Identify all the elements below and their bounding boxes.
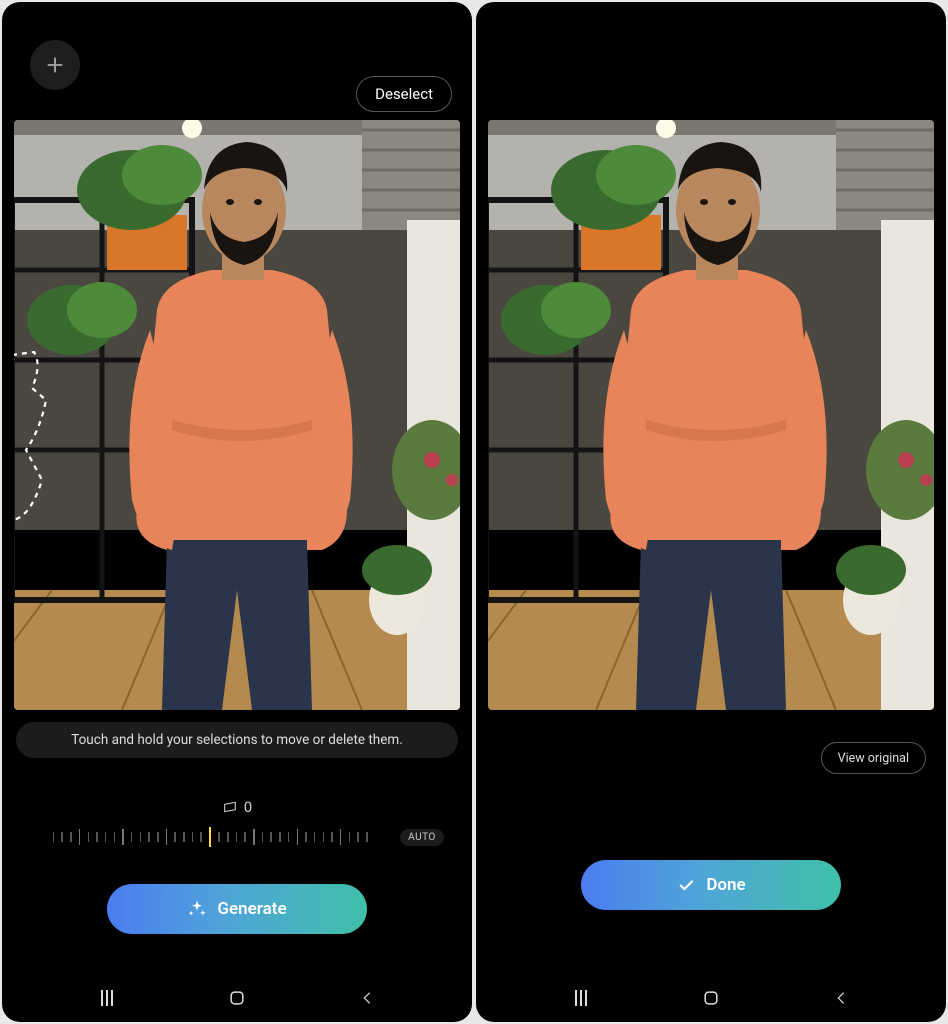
auto-label: AUTO xyxy=(408,832,436,843)
ruler-tick xyxy=(244,832,246,842)
ruler-tick xyxy=(340,829,342,845)
nav-recents-button[interactable] xyxy=(77,983,137,1013)
android-nav-bar xyxy=(476,974,946,1022)
hint-text: Touch and hold your selections to move o… xyxy=(71,732,403,748)
ruler-tick xyxy=(79,829,81,845)
auto-button[interactable]: AUTO xyxy=(400,829,444,846)
ruler-tick xyxy=(88,832,90,842)
ruler-tick xyxy=(270,832,272,842)
nav-recents-button[interactable] xyxy=(551,983,611,1013)
back-icon xyxy=(833,989,849,1007)
ruler-tick xyxy=(70,832,72,842)
photo-canvas-right[interactable] xyxy=(488,120,934,710)
ruler-tick xyxy=(209,827,211,847)
home-icon xyxy=(227,988,247,1008)
home-icon xyxy=(701,988,721,1008)
slider-value-display: 0 xyxy=(222,798,252,816)
slider-value-text: 0 xyxy=(244,798,252,816)
ruler-tick xyxy=(200,832,202,842)
ruler-tick xyxy=(253,829,255,845)
sparkle-icon xyxy=(187,899,207,919)
editor-screen-right: View original Done xyxy=(476,2,946,1022)
done-button[interactable]: Done xyxy=(581,860,841,910)
ruler-tick xyxy=(349,832,351,842)
ruler-tick xyxy=(314,832,316,842)
ruler-tick xyxy=(174,832,176,842)
top-bar: Deselect xyxy=(2,2,472,112)
ruler-tick xyxy=(114,832,116,842)
add-button[interactable] xyxy=(30,40,80,90)
ruler-tick xyxy=(331,832,333,842)
ruler-tick xyxy=(305,832,307,842)
straighten-icon xyxy=(222,799,238,815)
hint-pill: Touch and hold your selections to move o… xyxy=(16,722,458,758)
view-original-label: View original xyxy=(838,751,909,766)
ruler-tick xyxy=(366,832,368,842)
ruler-tick xyxy=(122,829,124,845)
ruler-tick xyxy=(96,832,98,842)
ruler-tick xyxy=(166,829,168,845)
generate-label: Generate xyxy=(217,899,286,919)
rotation-ruler[interactable] xyxy=(30,826,390,848)
ruler-tick xyxy=(61,832,63,842)
generate-button[interactable]: Generate xyxy=(107,884,367,934)
ruler-tick xyxy=(262,832,264,842)
ruler-tick xyxy=(183,832,185,842)
plus-icon xyxy=(44,54,66,76)
ruler-tick xyxy=(53,832,55,842)
nav-back-button[interactable] xyxy=(811,983,871,1013)
rotation-slider-block: 0 AUTO xyxy=(2,798,472,848)
deselect-label: Deselect xyxy=(375,85,433,103)
editor-screen-left: Deselect xyxy=(2,2,472,1022)
ruler-tick xyxy=(192,832,194,842)
android-nav-bar xyxy=(2,974,472,1022)
recents-icon xyxy=(575,990,586,1006)
ruler-tick xyxy=(236,832,238,842)
ruler-tick xyxy=(218,832,220,842)
ruler-tick xyxy=(140,832,142,842)
nav-back-button[interactable] xyxy=(337,983,397,1013)
ruler-tick xyxy=(148,832,150,842)
view-original-button[interactable]: View original xyxy=(821,742,926,774)
nav-home-button[interactable] xyxy=(207,983,267,1013)
photo-content xyxy=(14,120,460,710)
back-icon xyxy=(359,989,375,1007)
ruler-tick xyxy=(227,832,229,842)
recents-icon xyxy=(101,990,112,1006)
ruler-tick xyxy=(131,832,133,842)
ruler-tick xyxy=(157,832,159,842)
ruler-tick xyxy=(357,832,359,842)
check-icon xyxy=(676,875,696,895)
done-label: Done xyxy=(706,875,745,895)
photo-content xyxy=(488,120,934,710)
ruler-tick xyxy=(105,832,107,842)
ruler-tick xyxy=(279,832,281,842)
ruler-tick xyxy=(323,832,325,842)
photo-canvas-left[interactable] xyxy=(14,120,460,710)
nav-home-button[interactable] xyxy=(681,983,741,1013)
deselect-button[interactable]: Deselect xyxy=(356,76,452,112)
ruler-tick xyxy=(297,829,299,845)
ruler-tick xyxy=(288,832,290,842)
